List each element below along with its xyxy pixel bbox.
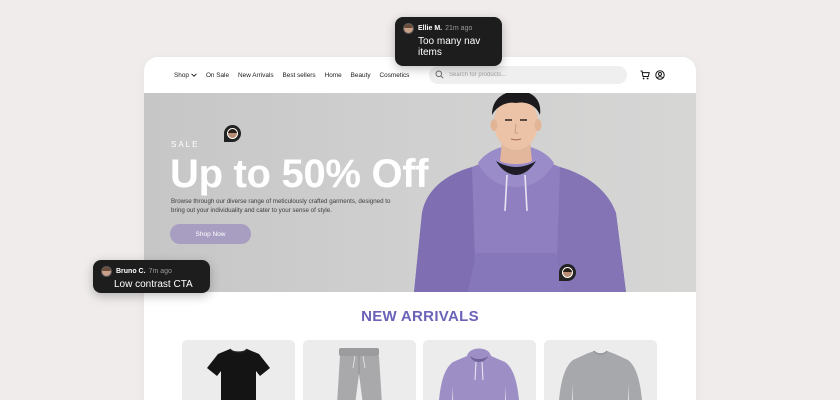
sweatshirt-image: [559, 350, 642, 400]
hero-model-image: [414, 93, 626, 292]
section-title: NEW ARRIVALS: [361, 308, 479, 325]
avatar: [403, 23, 414, 34]
comment-author: Bruno C.: [116, 268, 146, 275]
nav-item-home[interactable]: Home: [325, 72, 342, 79]
hoodie-image: [439, 348, 519, 400]
search-icon: [435, 66, 444, 84]
comment-pin[interactable]: [559, 264, 576, 281]
tshirt-image: [207, 348, 270, 400]
comment-header: Ellie M. 21m ago: [403, 23, 494, 34]
product-card-hoodie[interactable]: [423, 340, 536, 400]
hero-description: Browse through our diverse range of meti…: [171, 198, 391, 214]
comment-bubble[interactable]: Bruno C. 7m ago Low contrast CTA: [93, 260, 210, 293]
comment-bubble[interactable]: Ellie M. 21m ago Too many nav items: [395, 17, 502, 66]
comment-header: Bruno C. 7m ago: [101, 266, 202, 277]
product-card-tshirt[interactable]: [182, 340, 295, 400]
chevron-down-icon: [191, 72, 197, 79]
avatar: [101, 266, 112, 277]
account-icon[interactable]: [654, 69, 666, 81]
avatar: [562, 267, 573, 278]
cart-icon[interactable]: [639, 69, 651, 81]
hero-eyebrow: SALE: [171, 140, 200, 149]
product-card-sweatpants[interactable]: [303, 340, 416, 400]
nav-item-beauty[interactable]: Beauty: [351, 72, 371, 79]
avatar: [227, 128, 238, 139]
nav-item-label: Shop: [174, 71, 189, 79]
nav-item-best-sellers[interactable]: Best sellers: [283, 72, 316, 79]
search-input[interactable]: [449, 72, 619, 78]
nav-item-new-arrivals[interactable]: New Arrivals: [238, 72, 274, 79]
comment-text: Too many nav items: [418, 36, 481, 58]
nav-item-shop[interactable]: Shop: [174, 72, 197, 79]
sweatpants-image: [337, 348, 382, 400]
nav-item-on-sale[interactable]: On Sale: [206, 72, 229, 79]
comment-time: 7m ago: [148, 268, 172, 275]
search-bar[interactable]: [429, 66, 627, 84]
comment-pin[interactable]: [224, 125, 241, 142]
comment-text: Low contrast CTA: [114, 279, 193, 290]
nav-item-cosmetics[interactable]: Cosmetics: [380, 72, 410, 79]
product-card-sweatshirt[interactable]: [544, 340, 657, 400]
hero-banner: SALE Up to 50% Off Browse through our di…: [144, 93, 696, 292]
store-window: Shop On Sale New Arrivals Best sellers H…: [144, 57, 696, 400]
hero-title: Up to 50% Off: [170, 152, 429, 196]
nav-links: Shop On Sale New Arrivals Best sellers H…: [174, 72, 418, 79]
comment-time: 21m ago: [445, 25, 473, 32]
comment-author: Ellie M.: [418, 25, 443, 32]
shop-now-button[interactable]: Shop Now: [170, 224, 251, 244]
